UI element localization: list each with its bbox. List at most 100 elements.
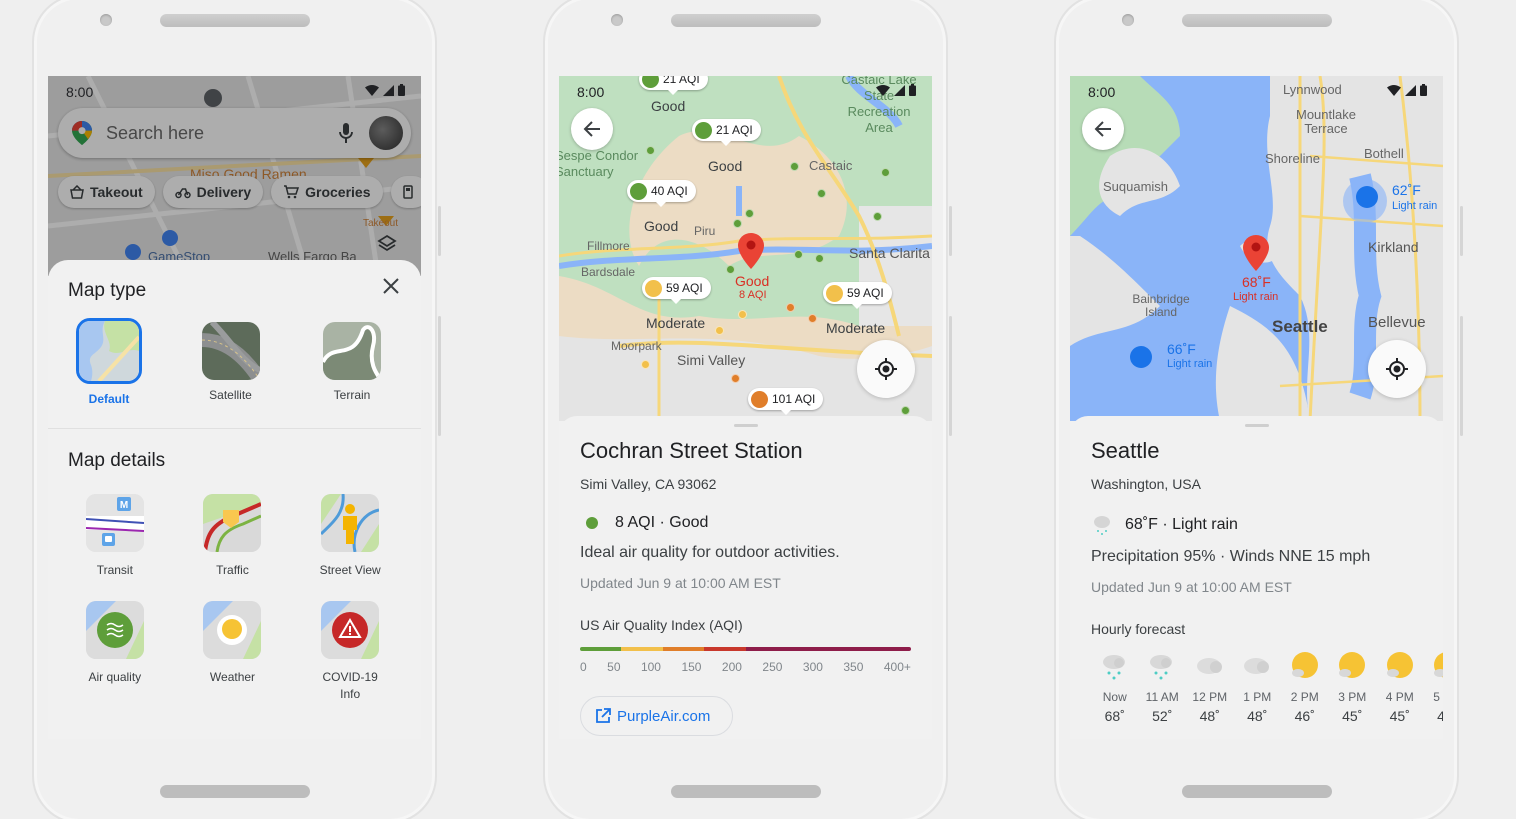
forecast-time: Now (1102, 690, 1127, 704)
sunny-weather-icon (1432, 651, 1443, 686)
weather-marker-rain-icon[interactable] (1130, 346, 1152, 368)
aqi-dot[interactable] (733, 219, 742, 228)
detail-street-view[interactable]: Street View (291, 494, 409, 579)
aqi-dot[interactable] (726, 265, 735, 274)
weather-details: Precipitation 95% · Winds NNE 15 mph (1091, 548, 1371, 565)
aqi-description: Ideal air quality for outdoor activities… (580, 544, 840, 561)
map-label-bainbridge-island: Bainbridge Island (1132, 292, 1190, 319)
phone-weather: Lynnwood Mountlake Terrace Shoreline Bot… (1054, 0, 1463, 819)
aqi-marker[interactable]: 59 AQI (823, 282, 892, 309)
weather-marker-temp: 62˚F (1392, 182, 1421, 198)
my-location-button[interactable] (1368, 340, 1426, 398)
bottom-grille (160, 785, 310, 798)
forecast-temp: 68˚ (1104, 708, 1125, 724)
detail-weather[interactable]: Weather (174, 601, 292, 703)
aqi-dot[interactable] (808, 314, 817, 323)
aqi-dot[interactable] (815, 254, 824, 263)
detail-traffic[interactable]: Traffic (174, 494, 292, 579)
sheet-drag-handle[interactable] (733, 424, 758, 427)
back-button[interactable] (1082, 108, 1124, 150)
map-label-shoreline: Shoreline (1265, 151, 1320, 166)
map-label-bellevue: Bellevue (1368, 314, 1426, 331)
aqi-dot[interactable] (731, 374, 740, 383)
aqi-marker[interactable]: 59 AQI (642, 277, 711, 304)
place-sheet[interactable]: Cochran Street Station Simi Valley, CA 9… (559, 416, 932, 739)
map-label-bardsdale: Bardsdale (581, 265, 636, 279)
aqi-dot[interactable] (901, 406, 910, 415)
aqi-marker-category: Good (708, 158, 743, 174)
detail-air-quality[interactable]: Air quality (56, 601, 174, 703)
aqi-marker[interactable]: 21 AQI (692, 119, 761, 146)
weather-marker-rain-icon[interactable] (1356, 186, 1378, 208)
aqi-dot[interactable] (641, 360, 650, 369)
transit-icon: M (85, 494, 144, 552)
aqi-dot[interactable] (790, 162, 799, 171)
map-canvas[interactable]: Castaic Lake State Recreation Area Sespe… (559, 76, 932, 421)
detail-transit[interactable]: M Transit (56, 494, 174, 579)
aqi-scale-tick: 100 (640, 660, 661, 674)
map-type-default[interactable]: Default (74, 318, 144, 406)
weather-marker-condition: Light rain (1167, 358, 1213, 370)
map-label-kirkland: Kirkland (1368, 239, 1419, 255)
aqi-scale-segment (745, 647, 911, 651)
aqi-dot[interactable] (738, 310, 747, 319)
aqi-scale-tick: 0 (580, 660, 587, 674)
back-button[interactable] (571, 108, 613, 150)
aqi-marker-value: 40 AQI (651, 184, 688, 198)
selected-pin-temp: 68˚F (1242, 274, 1271, 290)
aqi-dot[interactable] (745, 209, 754, 218)
front-camera (1122, 14, 1134, 26)
air-quality-icon (695, 121, 712, 139)
cellular-signal-icon (894, 84, 905, 96)
aqi-dot[interactable] (646, 146, 655, 155)
aqi-scale-ticks: 0 50 100 150 200 250 300 350 400+ (580, 660, 911, 674)
close-icon (383, 278, 399, 294)
place-title: Seattle (1091, 438, 1160, 463)
aqi-dot[interactable] (817, 189, 826, 198)
forecast-time: 2 PM (1290, 690, 1319, 704)
map-label-suquamish: Suquamish (1103, 179, 1169, 194)
weather-marker-temp: 66˚F (1167, 341, 1196, 357)
forecast-time: 5 PM (1433, 690, 1443, 704)
detail-label: COVID-19 Info (322, 670, 378, 701)
battery-icon (909, 84, 916, 96)
map-label-santa-clarita: Santa Clarita (849, 245, 930, 261)
purpleair-link-button[interactable]: PurpleAir.com (580, 696, 733, 736)
selected-location-pin-icon[interactable] (1243, 235, 1269, 271)
map-label-fillmore: Fillmore (587, 239, 630, 253)
forecast-temp: 46˚ (1294, 708, 1315, 724)
forecast-item: 3 PM 45˚ (1329, 651, 1377, 724)
aqi-dot[interactable] (794, 250, 803, 259)
status-bar: 8:00 (559, 76, 932, 108)
detail-label: Street View (319, 563, 381, 577)
aqi-scale-tick: 200 (721, 660, 742, 674)
status-bar: 8:00 (1070, 76, 1443, 108)
aqi-dot[interactable] (873, 212, 882, 221)
sheet-drag-handle[interactable] (1244, 424, 1269, 427)
aqi-marker[interactable]: 101 AQI (748, 388, 824, 415)
detail-covid-info[interactable]: COVID-19 Info (291, 601, 409, 703)
aqi-dot[interactable] (786, 303, 795, 312)
earpiece-speaker (160, 14, 310, 27)
detail-label: Weather (209, 670, 256, 684)
my-location-button[interactable] (857, 340, 915, 398)
screen: Castaic Lake State Recreation Area Sespe… (559, 76, 932, 739)
aqi-marker[interactable]: 40 AQI (627, 180, 696, 207)
map-canvas[interactable]: Lynnwood Mountlake Terrace Shoreline Bot… (1070, 76, 1443, 421)
aqi-dot[interactable] (715, 326, 724, 335)
default-map-thumbnail (76, 318, 142, 384)
hourly-forecast-title: Hourly forecast (1091, 621, 1186, 637)
place-sheet[interactable]: Seattle Washington, USA 68˚F · Light rai… (1070, 416, 1443, 739)
selected-location-pin-icon[interactable] (738, 233, 764, 269)
aqi-dot[interactable] (881, 168, 890, 177)
selected-pin-category: Good (735, 273, 770, 289)
status-bar: 8:00 (48, 76, 421, 108)
close-button[interactable] (383, 278, 399, 299)
map-type-terrain[interactable]: Terrain (317, 318, 387, 406)
forecast-item: 1 PM 48˚ (1234, 651, 1282, 724)
aqi-status-dot-icon (586, 517, 598, 529)
map-type-satellite[interactable]: Satellite (196, 318, 266, 406)
forecast-item: Now 68˚ (1091, 651, 1139, 724)
hourly-forecast[interactable]: Now 68˚ 11 AM 52˚ 12 PM 48˚ 1 PM 48˚ 2 PM 46˚ 3 PM… (1091, 651, 1443, 724)
air-quality-icon (85, 601, 144, 659)
